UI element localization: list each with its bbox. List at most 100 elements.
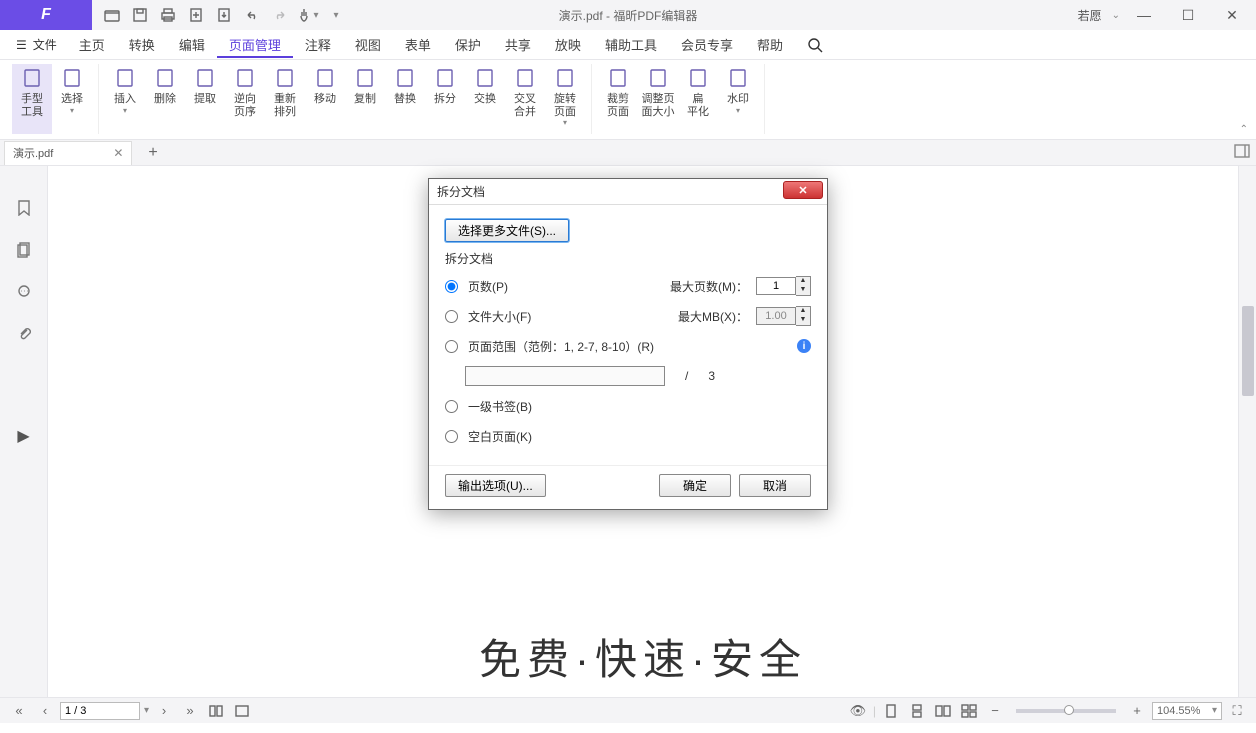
- user-name[interactable]: 若愿: [1072, 7, 1108, 24]
- ok-button[interactable]: 确定: [659, 474, 731, 497]
- menu-帮助[interactable]: 帮助: [745, 31, 795, 58]
- fullscreen-icon[interactable]: ⛶: [1226, 700, 1248, 722]
- ribbon-移动[interactable]: 移动: [305, 64, 345, 134]
- ribbon-重新排列[interactable]: 重新 排列: [265, 64, 305, 134]
- last-page-button[interactable]: »: [179, 700, 201, 722]
- menu-放映[interactable]: 放映: [543, 31, 593, 58]
- page-export-icon[interactable]: [212, 3, 236, 27]
- collapse-ribbon-icon[interactable]: ⌃: [1240, 124, 1248, 135]
- ribbon-交换[interactable]: 交换: [465, 64, 505, 134]
- undo-icon[interactable]: [240, 3, 264, 27]
- menu-转换[interactable]: 转换: [117, 31, 167, 58]
- page-add-icon[interactable]: [184, 3, 208, 27]
- next-page-button[interactable]: ›: [153, 700, 175, 722]
- layout-single-icon[interactable]: [880, 700, 902, 722]
- minimize-button[interactable]: —: [1124, 2, 1164, 28]
- document-tab[interactable]: 演示.pdf ✕: [4, 141, 132, 165]
- close-tab-icon[interactable]: ✕: [113, 146, 123, 160]
- option-blank-radio[interactable]: [445, 430, 458, 443]
- menu-会员专享[interactable]: 会员专享: [669, 31, 745, 58]
- option-pages-label[interactable]: 页数(P): [468, 278, 508, 295]
- ribbon-拆分[interactable]: 拆分: [425, 64, 465, 134]
- ribbon-调整页面大小[interactable]: 调整页 面大小: [638, 64, 678, 134]
- view-mode-a-icon[interactable]: [205, 700, 227, 722]
- zoom-out-button[interactable]: −: [984, 700, 1006, 722]
- option-blank-label[interactable]: 空白页面(K): [468, 428, 532, 445]
- attachment-icon[interactable]: [12, 322, 36, 346]
- menu-辅助工具[interactable]: 辅助工具: [593, 31, 669, 58]
- new-tab-button[interactable]: +: [142, 144, 163, 162]
- spin-down-icon[interactable]: ▼: [796, 286, 810, 295]
- comment-icon[interactable]: [12, 280, 36, 304]
- close-button[interactable]: ✕: [1212, 2, 1252, 28]
- dialog-close-button[interactable]: ✕: [783, 181, 823, 199]
- view-mode-b-icon[interactable]: [231, 700, 253, 722]
- ribbon-手型工具[interactable]: 手型 工具: [12, 64, 52, 134]
- search-icon[interactable]: [803, 33, 827, 57]
- option-bookmark-radio[interactable]: [445, 400, 458, 413]
- option-range-label[interactable]: 页面范围（范例：1, 2-7, 8-10）(R): [468, 338, 654, 355]
- save-icon[interactable]: [128, 3, 152, 27]
- option-range-radio[interactable]: [445, 340, 458, 353]
- menu-注释[interactable]: 注释: [293, 31, 343, 58]
- menu-保护[interactable]: 保护: [443, 31, 493, 58]
- open-icon[interactable]: [100, 3, 124, 27]
- layout-continuous-icon[interactable]: [906, 700, 928, 722]
- panel-toggle-icon[interactable]: [1234, 144, 1250, 161]
- ribbon-旋转页面[interactable]: 旋转 页面▾: [545, 64, 585, 134]
- page-dropdown-icon[interactable]: ▾: [144, 705, 149, 716]
- print-icon[interactable]: [156, 3, 180, 27]
- menu-表单[interactable]: 表单: [393, 31, 443, 58]
- ribbon-扁平化[interactable]: 扁 平化: [678, 64, 718, 134]
- bookmark-icon[interactable]: [12, 196, 36, 220]
- ribbon-提取[interactable]: 提取: [185, 64, 225, 134]
- touch-mode-icon[interactable]: ▾: [296, 3, 320, 27]
- menu-主页[interactable]: 主页: [67, 31, 117, 58]
- pages-icon[interactable]: [12, 238, 36, 262]
- menu-编辑[interactable]: 编辑: [167, 31, 217, 58]
- page-number-input[interactable]: [60, 702, 140, 720]
- expand-sidebar-icon[interactable]: ▶: [12, 424, 36, 448]
- menu-视图[interactable]: 视图: [343, 31, 393, 58]
- ribbon-交叉合并[interactable]: 交叉 合并: [505, 64, 545, 134]
- option-size-radio[interactable]: [445, 310, 458, 323]
- menu-页面管理[interactable]: 页面管理: [217, 31, 293, 58]
- zoom-slider[interactable]: [1016, 709, 1116, 713]
- cancel-button[interactable]: 取消: [739, 474, 811, 497]
- ribbon-复制[interactable]: 复制: [345, 64, 385, 134]
- max-pages-input[interactable]: [756, 277, 796, 295]
- menu-共享[interactable]: 共享: [493, 31, 543, 58]
- spin-up-icon[interactable]: ▲: [796, 307, 810, 316]
- spin-up-icon[interactable]: ▲: [796, 277, 810, 286]
- ribbon-选择[interactable]: 选择▾: [52, 64, 92, 134]
- ribbon-替换[interactable]: 替换: [385, 64, 425, 134]
- redo-icon[interactable]: [268, 3, 292, 27]
- spin-down-icon[interactable]: ▼: [796, 316, 810, 325]
- ribbon-裁剪页面[interactable]: 裁剪 页面: [598, 64, 638, 134]
- zoom-value[interactable]: 104.55%▾: [1152, 702, 1222, 720]
- ribbon-删除[interactable]: 删除: [145, 64, 185, 134]
- vertical-scrollbar[interactable]: [1238, 166, 1256, 697]
- prev-page-button[interactable]: ‹: [34, 700, 56, 722]
- file-menu[interactable]: ☰ 文件: [6, 32, 67, 57]
- ribbon-插入[interactable]: 插入▾: [105, 64, 145, 134]
- output-options-button[interactable]: 输出选项(U)...: [445, 474, 546, 497]
- option-bookmark-label[interactable]: 一级书签(B): [468, 398, 532, 415]
- user-dropdown-icon[interactable]: ⌄: [1112, 10, 1120, 21]
- ribbon-逆向页序[interactable]: 逆向 页序: [225, 64, 265, 134]
- ribbon-水印[interactable]: 水印▾: [718, 64, 758, 134]
- option-pages-radio[interactable]: [445, 280, 458, 293]
- qat-customize-icon[interactable]: ▾: [324, 3, 348, 27]
- zoom-in-button[interactable]: +: [1126, 700, 1148, 722]
- layout-facing-icon[interactable]: [932, 700, 954, 722]
- first-page-button[interactable]: «: [8, 700, 30, 722]
- scrollbar-thumb[interactable]: [1242, 306, 1254, 396]
- select-more-files-button[interactable]: 选择更多文件(S)...: [445, 219, 569, 242]
- maximize-button[interactable]: ☐: [1168, 2, 1208, 28]
- layout-facing-continuous-icon[interactable]: [958, 700, 980, 722]
- option-size-label[interactable]: 文件大小(F): [468, 308, 531, 325]
- zoom-slider-knob[interactable]: [1064, 705, 1074, 715]
- info-icon[interactable]: i: [797, 339, 811, 353]
- dialog-title-bar[interactable]: 拆分文档 ✕: [429, 179, 827, 205]
- reading-mode-icon[interactable]: 👁: [847, 700, 869, 722]
